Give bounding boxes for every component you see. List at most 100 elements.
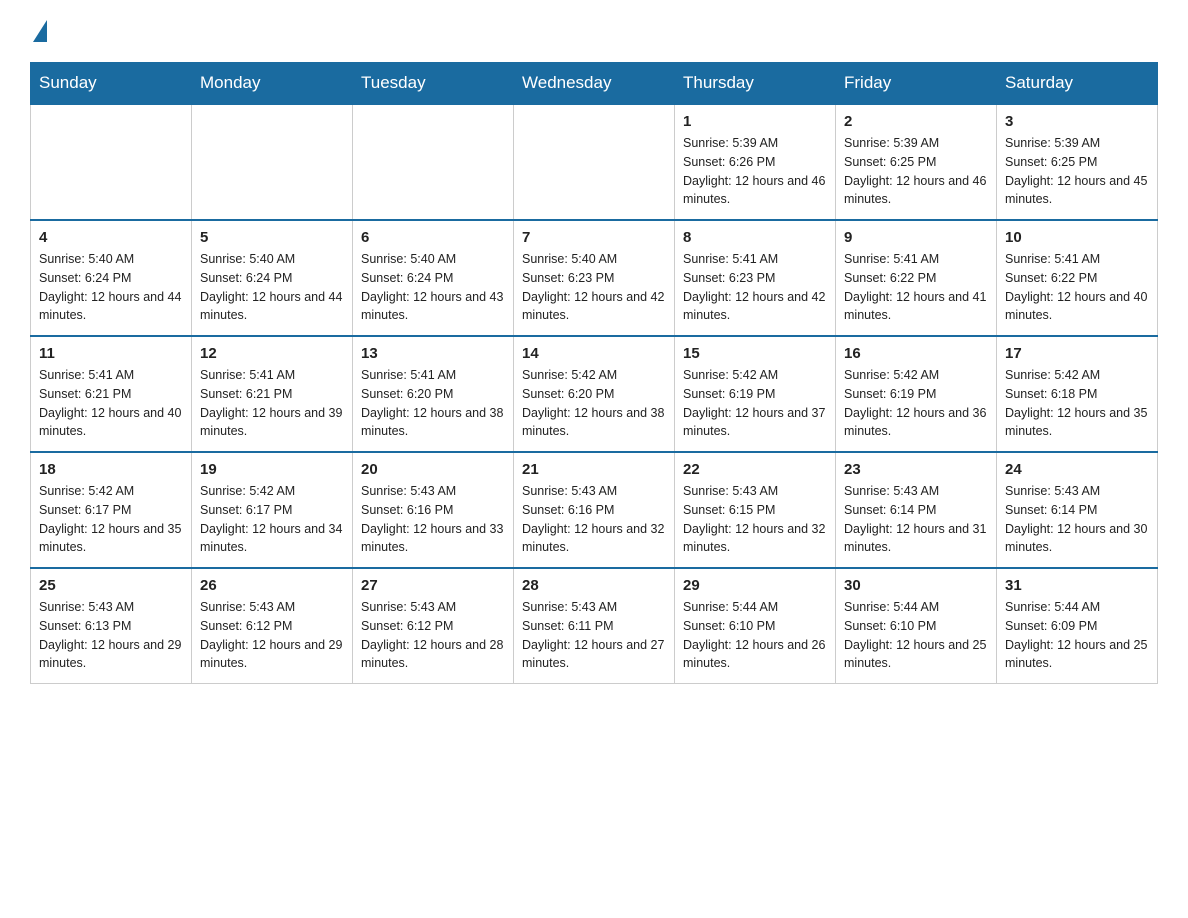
day-number: 3 bbox=[1005, 113, 1149, 130]
calendar-cell: 11 Sunrise: 5:41 AMSunset: 6:21 PMDayligh… bbox=[31, 336, 192, 452]
day-info: Sunrise: 5:42 AMSunset: 6:19 PMDaylight:… bbox=[683, 366, 827, 441]
calendar-cell: 26 Sunrise: 5:43 AMSunset: 6:12 PMDayligh… bbox=[192, 568, 353, 684]
calendar-cell bbox=[353, 104, 514, 220]
day-info: Sunrise: 5:43 AMSunset: 6:16 PMDaylight:… bbox=[522, 482, 666, 557]
week-row-3: 11 Sunrise: 5:41 AMSunset: 6:21 PMDayligh… bbox=[31, 336, 1158, 452]
calendar-cell: 27 Sunrise: 5:43 AMSunset: 6:12 PMDayligh… bbox=[353, 568, 514, 684]
day-info: Sunrise: 5:44 AMSunset: 6:09 PMDaylight:… bbox=[1005, 598, 1149, 673]
calendar-cell: 10 Sunrise: 5:41 AMSunset: 6:22 PMDayligh… bbox=[997, 220, 1158, 336]
day-number: 15 bbox=[683, 345, 827, 362]
col-header-saturday: Saturday bbox=[997, 63, 1158, 105]
col-header-wednesday: Wednesday bbox=[514, 63, 675, 105]
calendar-cell: 24Sunrise: 5:43 AMSunset: 6:14 PMDayligh… bbox=[997, 452, 1158, 568]
calendar-cell: 31 Sunrise: 5:44 AMSunset: 6:09 PMDayligh… bbox=[997, 568, 1158, 684]
day-info: Sunrise: 5:43 AMSunset: 6:12 PMDaylight:… bbox=[361, 598, 505, 673]
calendar-cell: 19 Sunrise: 5:42 AMSunset: 6:17 PMDayligh… bbox=[192, 452, 353, 568]
day-info: Sunrise: 5:43 AMSunset: 6:14 PMDaylight:… bbox=[844, 482, 988, 557]
day-info: Sunrise: 5:42 AMSunset: 6:17 PMDaylight:… bbox=[39, 482, 183, 557]
day-info: Sunrise: 5:39 AMSunset: 6:26 PMDaylight:… bbox=[683, 134, 827, 209]
day-number: 27 bbox=[361, 577, 505, 594]
col-header-monday: Monday bbox=[192, 63, 353, 105]
calendar-cell: 22 Sunrise: 5:43 AMSunset: 6:15 PMDayligh… bbox=[675, 452, 836, 568]
calendar-cell: 30Sunrise: 5:44 AMSunset: 6:10 PMDayligh… bbox=[836, 568, 997, 684]
day-number: 12 bbox=[200, 345, 344, 362]
day-number: 8 bbox=[683, 229, 827, 246]
calendar-cell: 16 Sunrise: 5:42 AMSunset: 6:19 PMDayligh… bbox=[836, 336, 997, 452]
day-info: Sunrise: 5:40 AMSunset: 6:24 PMDaylight:… bbox=[361, 250, 505, 325]
day-number: 18 bbox=[39, 461, 183, 478]
page-header bbox=[30, 20, 1158, 44]
calendar-header-row: SundayMondayTuesdayWednesdayThursdayFrid… bbox=[31, 63, 1158, 105]
calendar-cell: 14 Sunrise: 5:42 AMSunset: 6:20 PMDayligh… bbox=[514, 336, 675, 452]
day-info: Sunrise: 5:40 AMSunset: 6:24 PMDaylight:… bbox=[200, 250, 344, 325]
calendar-cell: 7 Sunrise: 5:40 AMSunset: 6:23 PMDaylight… bbox=[514, 220, 675, 336]
calendar-cell: 20Sunrise: 5:43 AMSunset: 6:16 PMDayligh… bbox=[353, 452, 514, 568]
day-info: Sunrise: 5:42 AMSunset: 6:19 PMDaylight:… bbox=[844, 366, 988, 441]
calendar-cell: 28Sunrise: 5:43 AMSunset: 6:11 PMDayligh… bbox=[514, 568, 675, 684]
calendar-cell: 13 Sunrise: 5:41 AMSunset: 6:20 PMDayligh… bbox=[353, 336, 514, 452]
day-number: 11 bbox=[39, 345, 183, 362]
day-number: 2 bbox=[844, 113, 988, 130]
calendar-cell: 5 Sunrise: 5:40 AMSunset: 6:24 PMDaylight… bbox=[192, 220, 353, 336]
day-number: 22 bbox=[683, 461, 827, 478]
day-info: Sunrise: 5:42 AMSunset: 6:20 PMDaylight:… bbox=[522, 366, 666, 441]
calendar-cell: 21 Sunrise: 5:43 AMSunset: 6:16 PMDayligh… bbox=[514, 452, 675, 568]
day-number: 24 bbox=[1005, 461, 1149, 478]
day-number: 4 bbox=[39, 229, 183, 246]
calendar-cell: 25Sunrise: 5:43 AMSunset: 6:13 PMDayligh… bbox=[31, 568, 192, 684]
day-info: Sunrise: 5:42 AMSunset: 6:17 PMDaylight:… bbox=[200, 482, 344, 557]
day-number: 16 bbox=[844, 345, 988, 362]
day-info: Sunrise: 5:43 AMSunset: 6:12 PMDaylight:… bbox=[200, 598, 344, 673]
day-number: 13 bbox=[361, 345, 505, 362]
calendar-cell: 29 Sunrise: 5:44 AMSunset: 6:10 PMDayligh… bbox=[675, 568, 836, 684]
day-number: 17 bbox=[1005, 345, 1149, 362]
day-number: 21 bbox=[522, 461, 666, 478]
col-header-friday: Friday bbox=[836, 63, 997, 105]
day-number: 7 bbox=[522, 229, 666, 246]
day-number: 30 bbox=[844, 577, 988, 594]
day-info: Sunrise: 5:39 AMSunset: 6:25 PMDaylight:… bbox=[1005, 134, 1149, 209]
col-header-thursday: Thursday bbox=[675, 63, 836, 105]
day-info: Sunrise: 5:39 AMSunset: 6:25 PMDaylight:… bbox=[844, 134, 988, 209]
day-number: 9 bbox=[844, 229, 988, 246]
day-info: Sunrise: 5:42 AMSunset: 6:18 PMDaylight:… bbox=[1005, 366, 1149, 441]
day-number: 29 bbox=[683, 577, 827, 594]
day-number: 20 bbox=[361, 461, 505, 478]
calendar-cell bbox=[31, 104, 192, 220]
calendar-cell: 6Sunrise: 5:40 AMSunset: 6:24 PMDaylight… bbox=[353, 220, 514, 336]
week-row-4: 18 Sunrise: 5:42 AMSunset: 6:17 PMDayligh… bbox=[31, 452, 1158, 568]
calendar-cell: 18 Sunrise: 5:42 AMSunset: 6:17 PMDayligh… bbox=[31, 452, 192, 568]
day-info: Sunrise: 5:40 AMSunset: 6:23 PMDaylight:… bbox=[522, 250, 666, 325]
day-number: 1 bbox=[683, 113, 827, 130]
calendar-cell: 12 Sunrise: 5:41 AMSunset: 6:21 PMDayligh… bbox=[192, 336, 353, 452]
day-number: 10 bbox=[1005, 229, 1149, 246]
week-row-1: 1 Sunrise: 5:39 AMSunset: 6:26 PMDaylight… bbox=[31, 104, 1158, 220]
logo bbox=[30, 20, 47, 44]
day-info: Sunrise: 5:41 AMSunset: 6:21 PMDaylight:… bbox=[39, 366, 183, 441]
day-info: Sunrise: 5:43 AMSunset: 6:15 PMDaylight:… bbox=[683, 482, 827, 557]
day-info: Sunrise: 5:40 AMSunset: 6:24 PMDaylight:… bbox=[39, 250, 183, 325]
calendar-cell: 1 Sunrise: 5:39 AMSunset: 6:26 PMDaylight… bbox=[675, 104, 836, 220]
week-row-2: 4 Sunrise: 5:40 AMSunset: 6:24 PMDaylight… bbox=[31, 220, 1158, 336]
week-row-5: 25Sunrise: 5:43 AMSunset: 6:13 PMDayligh… bbox=[31, 568, 1158, 684]
day-info: Sunrise: 5:41 AMSunset: 6:22 PMDaylight:… bbox=[1005, 250, 1149, 325]
day-info: Sunrise: 5:41 AMSunset: 6:21 PMDaylight:… bbox=[200, 366, 344, 441]
calendar-cell: 3 Sunrise: 5:39 AMSunset: 6:25 PMDaylight… bbox=[997, 104, 1158, 220]
day-info: Sunrise: 5:41 AMSunset: 6:20 PMDaylight:… bbox=[361, 366, 505, 441]
day-info: Sunrise: 5:44 AMSunset: 6:10 PMDaylight:… bbox=[683, 598, 827, 673]
day-number: 31 bbox=[1005, 577, 1149, 594]
calendar-cell: 8 Sunrise: 5:41 AMSunset: 6:23 PMDaylight… bbox=[675, 220, 836, 336]
calendar-cell bbox=[514, 104, 675, 220]
day-number: 19 bbox=[200, 461, 344, 478]
calendar-cell: 2 Sunrise: 5:39 AMSunset: 6:25 PMDaylight… bbox=[836, 104, 997, 220]
day-info: Sunrise: 5:41 AMSunset: 6:23 PMDaylight:… bbox=[683, 250, 827, 325]
day-number: 5 bbox=[200, 229, 344, 246]
day-number: 23 bbox=[844, 461, 988, 478]
day-info: Sunrise: 5:43 AMSunset: 6:11 PMDaylight:… bbox=[522, 598, 666, 673]
calendar-cell: 4 Sunrise: 5:40 AMSunset: 6:24 PMDaylight… bbox=[31, 220, 192, 336]
day-number: 14 bbox=[522, 345, 666, 362]
day-info: Sunrise: 5:41 AMSunset: 6:22 PMDaylight:… bbox=[844, 250, 988, 325]
day-number: 26 bbox=[200, 577, 344, 594]
col-header-sunday: Sunday bbox=[31, 63, 192, 105]
calendar-cell: 15 Sunrise: 5:42 AMSunset: 6:19 PMDayligh… bbox=[675, 336, 836, 452]
